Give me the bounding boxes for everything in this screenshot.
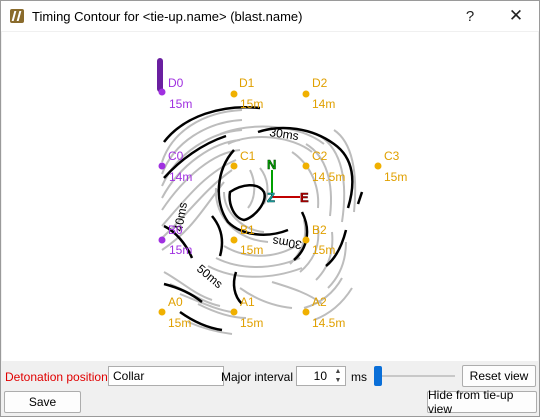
hole-depth: 15m — [168, 316, 191, 330]
hole-depth: 15m — [312, 243, 335, 257]
dialog-window: Timing Contour for <tie-up.name> (blast.… — [0, 0, 540, 417]
hole-marker-C3[interactable] — [374, 162, 382, 170]
hole-label: B1 — [240, 223, 255, 237]
contour-label: 50ms — [194, 262, 225, 292]
hole-depth: 15m — [240, 316, 263, 330]
spin-down-icon[interactable]: ▼ — [331, 376, 345, 385]
contour-label: 30ms — [272, 234, 303, 252]
hole-depth: 14.5m — [312, 170, 345, 184]
hole-marker-C0[interactable] — [158, 162, 166, 170]
detonation-position-label: Detonation position — [5, 370, 108, 384]
hole-label: D1 — [239, 76, 255, 90]
hole-depth: 15m — [169, 97, 192, 111]
hole-marker-B1[interactable] — [230, 236, 238, 244]
hole-marker-D2[interactable] — [302, 90, 310, 98]
hole-label: C3 — [384, 149, 400, 163]
axis-gizmo: N E Z — [267, 157, 310, 206]
spin-up-icon[interactable]: ▲ — [331, 367, 345, 376]
initiation-marker — [157, 58, 163, 92]
hole-label: D0 — [168, 76, 184, 90]
hole-marker-C1[interactable] — [230, 162, 238, 170]
major-interval-label: Major interval — [221, 370, 294, 384]
hole-depth: 14.5m — [312, 316, 345, 330]
title-bar: Timing Contour for <tie-up.name> (blast.… — [1, 1, 539, 31]
interval-slider[interactable] — [373, 366, 455, 386]
reset-view-button[interactable]: Reset view — [462, 365, 536, 387]
detonation-position-input[interactable]: Collar — [108, 366, 224, 386]
hole-marker-A1[interactable] — [230, 308, 238, 316]
help-button[interactable]: ? — [448, 1, 492, 31]
close-button[interactable]: ✕ — [494, 1, 538, 31]
hole-label: A0 — [168, 295, 183, 309]
contour-label: 30ms — [269, 125, 300, 143]
save-button[interactable]: Save — [4, 391, 81, 413]
major-interval-spinbox[interactable]: 10 ▲ ▼ — [296, 366, 346, 386]
hole-depth: 15m — [169, 243, 192, 257]
hole-depth: 15m — [240, 243, 263, 257]
major-interval-value: 10 — [313, 369, 327, 383]
hole-marker-B0[interactable] — [158, 236, 166, 244]
hole-marker-D1[interactable] — [230, 90, 238, 98]
east-label: E — [300, 190, 309, 205]
ms-unit-label: ms — [351, 370, 367, 384]
hole-label: D2 — [312, 76, 328, 90]
z-label: Z — [267, 190, 275, 205]
north-label: N — [267, 157, 276, 172]
hole-depth: 14m — [312, 97, 335, 111]
app-icon — [10, 9, 24, 23]
hole-label: B0 — [168, 223, 183, 237]
window-title: Timing Contour for <tie-up.name> (blast.… — [32, 8, 303, 24]
slider-handle[interactable] — [374, 366, 382, 386]
hole-label: C0 — [168, 149, 184, 163]
hole-depth: 15m — [240, 97, 263, 111]
hole-marker-A0[interactable] — [158, 308, 166, 316]
hole-depth: 14m — [169, 170, 192, 184]
slider-track — [377, 375, 455, 377]
timing-contour-canvas[interactable]: 30ms 40ms 30ms 50ms D0 15m D1 15m D2 14m… — [2, 32, 538, 361]
hole-marker-D0[interactable] — [158, 88, 166, 96]
contour-plot[interactable]: 30ms 40ms 30ms 50ms D0 15m D1 15m D2 14m… — [2, 32, 538, 361]
controls-bar: Detonation position Collar Major interva… — [1, 363, 539, 389]
hole-marker-A2[interactable] — [302, 308, 310, 316]
hole-label: A2 — [312, 295, 327, 309]
hole-marker-C2[interactable] — [302, 162, 310, 170]
hole-label: A1 — [240, 295, 255, 309]
hole-label: C2 — [312, 149, 328, 163]
hole-depth: 15m — [384, 170, 407, 184]
hole-marker-B2[interactable] — [302, 236, 310, 244]
hole-label: C1 — [240, 149, 256, 163]
major-contours — [163, 106, 364, 332]
hole-label: B2 — [312, 223, 327, 237]
hide-from-tie-up-view-button[interactable]: Hide from tie-up view — [427, 388, 537, 416]
